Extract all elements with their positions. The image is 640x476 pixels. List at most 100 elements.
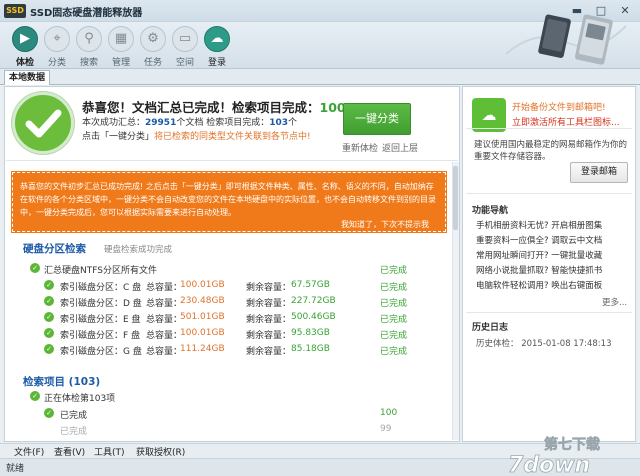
check-icon: ✓ [30,263,40,273]
status-text: 已完成 [380,315,408,325]
partition-row: ✓ 索引磁盘分区：E 盘 总容量： 501.01GB 剩余容量： 500.46G… [0,310,456,326]
success-check-icon [12,92,74,154]
toolbar-label: 分类 [47,58,66,68]
dismiss-notice-link[interactable]: 我知道了，下次不提示我 [341,219,429,230]
remaining-value: 95.83GB [291,328,330,338]
toolbar-label: 管理 [111,58,130,68]
scan-item-value: 100 [380,408,398,418]
hint-prefix: 点击「一键分类」 [82,132,155,142]
total-value: 100.01GB [180,280,225,290]
remaining-label: 剩余容量： [246,331,292,341]
total-label: 总容量： [146,283,183,293]
menu-view[interactable]: 查看(V) [54,445,85,458]
summary-title: 恭喜您！文档汇总已完成！检索项目完成：100 % [82,97,362,116]
toolbar-label: 登录 [207,58,226,68]
id-card-icon: ▭ [172,26,198,52]
divider [6,160,458,161]
menu-tools[interactable]: 工具(T) [94,445,125,458]
check-icon: ✓ [30,391,40,401]
nav-link[interactable]: 重要资料一应俱全? 调取云中文档 [476,234,602,246]
nav-link[interactable]: 手机相册资料无忧? 开启相册图集 [476,219,602,231]
scan-item-label: 已完成 [60,411,88,421]
remaining-label: 剩余容量： [246,283,292,293]
scrollbar-thumb[interactable] [453,166,458,230]
hint-highlight: 将已检索的同类型文件关联到各节点中! [154,132,311,142]
check-icon: ✓ [44,312,54,322]
promo-backup-link[interactable]: 开始备份文件到邮箱吧! [512,100,606,113]
watermark-title: 第七下载 [544,436,600,453]
scan-item-value: 99 [380,424,392,434]
total-label: 总容量： [146,347,183,357]
remaining-label: 剩余容量： [246,299,292,309]
more-link[interactable]: 更多... [602,296,627,308]
partition-row: ✓ 索引磁盘分区：D 盘 总容量： 230.48GB 剩余容量： 227.72G… [0,294,456,310]
total-label: 总容量： [146,315,183,325]
menu-file[interactable]: 文件(F) [14,445,44,458]
remaining-value: 500.46GB [291,312,336,322]
gear-icon: ⚙ [140,26,166,52]
stats-mid: 个文档 检索项目完成： [176,118,270,128]
remaining-value: 67.57GB [291,280,330,290]
check-icon: ✓ [44,408,54,418]
grid-icon: ▦ [108,26,134,52]
total-value: 230.48GB [180,296,225,306]
toolbar-label: 体检 [15,58,34,68]
history-log-entry: 历史体检： 2015-01-08 17:48:13 [476,339,612,349]
cloud-backup-icon: ☁ [472,98,506,132]
back-link[interactable]: 返回上层 [382,141,418,154]
nav-link[interactable]: 电脑软件轻松调用? 唤出右键面板 [476,279,602,291]
notice-text: 恭喜您的文件初步汇总已成功完成! 之后点击「一键分类」即可根据文件种类、属性、名… [20,182,436,217]
stats-document-count: 29951 [145,118,177,128]
partition-row: ✓ 索引磁盘分区：F 盘 总容量： 100.01GB 剩余容量： 95.83GB… [0,326,456,342]
search-icon: ⚲ [76,26,102,52]
toolbar-login-button[interactable]: ☁ 登录 [200,26,234,68]
divider [466,128,632,129]
status-text: 已完成 [380,347,408,357]
partition-section-title: 硬盘分区检索 [23,243,86,255]
recheck-link[interactable]: 重新体检 [342,141,378,154]
remaining-label: 剩余容量： [246,315,292,325]
total-label: 总容量： [146,299,183,309]
login-mailbox-button[interactable]: 登录邮箱 [570,162,628,183]
tab-local-data[interactable]: 本地数据 [4,70,51,85]
mail-description: 建议使用国内最稳定的网易邮箱作为你的重要文件存储容器。 [474,140,628,162]
stats-item-count: 103 [269,118,288,128]
menu-get-license[interactable]: 获取授权(R) [136,445,185,458]
one-click-classify-button[interactable]: 一键分类 [343,103,411,135]
check-icon: ✓ [44,280,54,290]
toolbar-tasks-button[interactable]: ⚙ 任务 [136,26,170,68]
nav-link[interactable]: 常用网址瞬间打开? 一键批量收藏 [476,249,602,261]
app-logo-icon: SSD [4,4,26,18]
toolbar-checkup-button[interactable]: ▶ 体检 [8,26,42,68]
ssd-drive-illustration [505,14,627,65]
partition-name: 索引磁盘分区：D 盘 [60,299,142,309]
scan-section-title: 检索项目 (103) [23,376,101,388]
toolbar-classify-button[interactable]: ⌖ 分类 [40,26,74,68]
promo-activate-link[interactable]: 立即激活所有工具栏图标... [512,115,620,128]
watermark-sub: 7down [508,453,590,476]
divider [466,193,632,194]
partition-summary-label: 汇总硬盘NTFS分区所有文件 [44,266,157,276]
check-icon: ✓ [44,328,54,338]
play-icon: ▶ [12,26,38,52]
toolbar-search-button[interactable]: ⚲ 搜索 [72,26,106,68]
status-text: 已完成 [380,283,408,293]
check-icon: ✓ [44,344,54,354]
toolbar-label: 空间 [175,58,194,68]
nav-link[interactable]: 网络小说批量抓取? 智能快捷抓书 [476,264,602,276]
remaining-value: 85.18GB [291,344,330,354]
summary-hint-line: 点击「一键分类」将已检索的同类型文件关联到各节点中! [82,129,311,142]
toolbar-space-button[interactable]: ▭ 空间 [168,26,202,68]
status-text: 已完成 [380,299,408,309]
scan-item-label: 已完成 [60,427,88,437]
partition-section-subtitle: 硬盘检索成功完成 [104,245,173,255]
remaining-label: 剩余容量： [246,347,292,357]
site-watermark-logo: 第七下载 7down [508,436,601,476]
total-value: 100.01GB [180,328,225,338]
partition-name: 索引磁盘分区：C 盘 [60,283,142,293]
partition-name: 索引磁盘分区：F 盘 [60,331,141,341]
location-pin-icon: ⌖ [44,26,70,52]
remaining-value: 227.72GB [291,296,336,306]
status-text: 就绪 [6,464,25,474]
toolbar-manage-button[interactable]: ▦ 管理 [104,26,138,68]
